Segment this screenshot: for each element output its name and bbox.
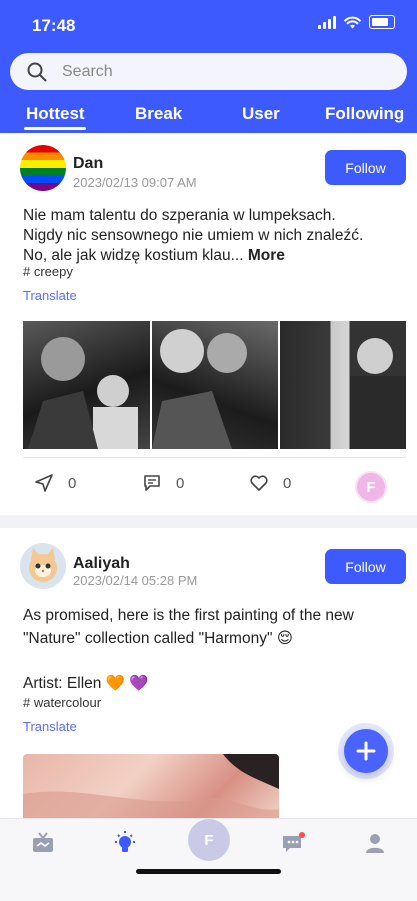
tab-user[interactable]: User <box>242 104 280 124</box>
post-card: Aaliyah 2023/02/14 05:28 PM Follow As pr… <box>0 528 417 818</box>
feed-tabs: Hottest Break User Following <box>0 100 417 130</box>
translate-link[interactable]: Translate <box>23 288 77 303</box>
post-photo-grid <box>23 321 406 449</box>
create-post-button[interactable] <box>344 729 388 773</box>
status-icons <box>318 15 395 29</box>
share-count: 0 <box>68 474 77 492</box>
profile-center-button[interactable]: F <box>188 819 230 861</box>
post-photo[interactable] <box>280 321 406 449</box>
nav-tv[interactable] <box>29 829 57 857</box>
post-text-line: "Nature" collection called "Harmony" 😌 <box>23 630 293 647</box>
post-text-line: Nigdy nic sensownego nie umiem w nich zn… <box>23 227 364 244</box>
top-header: 17:48 Search Hottest Break User Followin… <box>0 0 417 133</box>
active-tab-indicator <box>24 127 86 130</box>
follow-button[interactable]: Follow <box>325 549 406 584</box>
wifi-icon <box>344 16 361 28</box>
photo-content <box>152 329 247 449</box>
follow-button[interactable]: Follow <box>325 150 406 185</box>
translate-link[interactable]: Translate <box>23 719 77 734</box>
battery-icon <box>369 15 395 29</box>
message-icon <box>283 832 305 852</box>
bottom-nav: F <box>0 818 417 901</box>
lightbulb-icon <box>115 831 135 852</box>
tab-hottest[interactable]: Hottest <box>26 104 85 124</box>
photo-content <box>28 337 138 449</box>
comment-count: 0 <box>176 474 185 492</box>
post-actions: 0 0 0 F <box>0 471 417 503</box>
search-bar[interactable]: Search <box>10 53 407 90</box>
artist-line: Artist: Ellen 🧡 💜 <box>23 675 149 692</box>
post-text-line: No, ale jak widzę kostium klau... <box>23 247 244 264</box>
heart-icon <box>250 475 268 491</box>
cellular-signal-icon <box>318 15 336 29</box>
post-username[interactable]: Dan <box>73 155 103 173</box>
tab-following[interactable]: Following <box>325 104 404 124</box>
post-text-line: As promised, here is the first painting … <box>23 607 354 624</box>
divider <box>23 457 406 458</box>
nav-messages[interactable] <box>279 829 307 857</box>
post-hashtag[interactable]: # creepy <box>23 264 73 279</box>
post-photo[interactable] <box>23 754 279 818</box>
share-icon <box>35 474 53 492</box>
nav-ideas[interactable] <box>111 829 139 857</box>
plus-icon <box>356 741 376 761</box>
search-placeholder: Search <box>62 62 113 80</box>
like-action[interactable]: 0 <box>249 473 291 493</box>
more-link[interactable]: More <box>248 247 285 264</box>
avatar[interactable] <box>20 145 66 191</box>
post-card: Dan 2023/02/13 09:07 AM Follow Nie mam t… <box>0 133 417 515</box>
post-text[interactable]: As promised, here is the first painting … <box>23 604 354 650</box>
like-count: 0 <box>283 474 292 492</box>
post-text-line: Nie mam talentu do szperania w lumpeksac… <box>23 207 336 224</box>
photo-content <box>350 338 406 449</box>
person-icon <box>366 834 384 853</box>
comment-action[interactable]: 0 <box>142 473 184 493</box>
cat-avatar-icon <box>29 548 57 582</box>
comment-icon <box>144 475 160 491</box>
post-username[interactable]: Aaliyah <box>73 555 130 573</box>
home-indicator <box>136 869 281 874</box>
search-icon <box>27 62 47 81</box>
avatar[interactable] <box>20 543 66 589</box>
tv-icon <box>33 832 53 852</box>
nav-profile[interactable] <box>361 829 389 857</box>
photo-content <box>23 754 279 818</box>
post-photo[interactable] <box>23 321 150 449</box>
post-text[interactable]: Nie mam talentu do szperania w lumpeksac… <box>23 206 363 266</box>
post-photo[interactable] <box>152 321 278 449</box>
status-time: 17:48 <box>32 16 76 35</box>
share-action[interactable]: 0 <box>34 473 76 493</box>
liker-avatar[interactable]: F <box>355 471 387 503</box>
tab-break[interactable]: Break <box>135 104 182 124</box>
post-date: 2023/02/13 09:07 AM <box>73 175 197 190</box>
post-hashtag[interactable]: # watercolour <box>23 695 101 710</box>
post-date: 2023/02/14 05:28 PM <box>73 573 198 588</box>
